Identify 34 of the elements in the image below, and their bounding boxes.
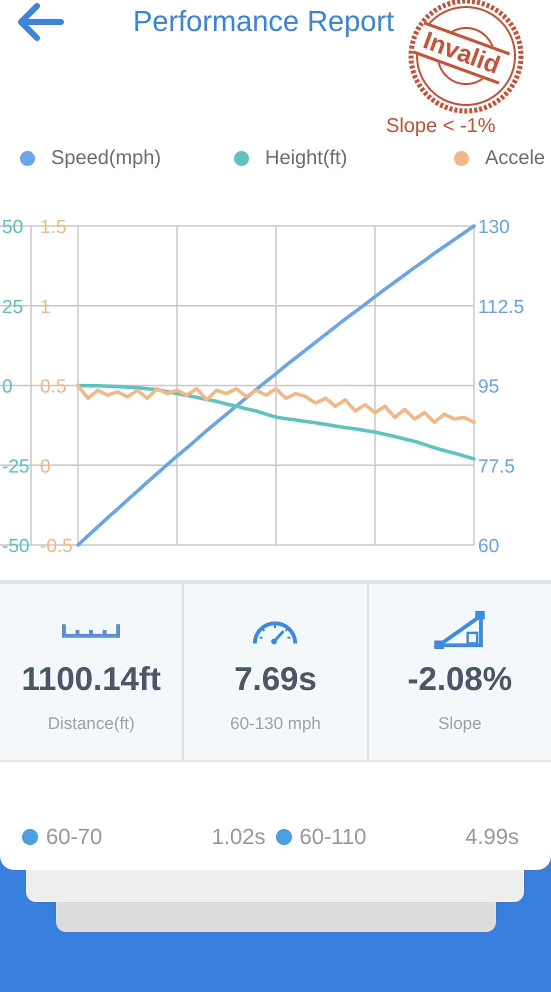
axis-tick-label: -0.5 xyxy=(40,536,73,554)
axis-tick-label: 112.5 xyxy=(478,296,524,318)
axis-tick-label: 1.5 xyxy=(40,217,66,238)
stat-value: 7.69s xyxy=(234,660,317,698)
axis-tick-label: 0 xyxy=(40,456,51,478)
axis-tick-label: 25 xyxy=(2,296,24,318)
legend-label: Height(ft) xyxy=(265,146,348,170)
stat-label: 60-130 mph xyxy=(230,714,321,734)
legend-label: Accele xyxy=(485,146,546,170)
slope-icon xyxy=(432,610,487,650)
split-time: 1.02s xyxy=(212,824,266,850)
axis-tick-label: -25 xyxy=(2,456,30,478)
axis-tick-label: 130 xyxy=(478,217,510,238)
axis-tick-label: 0.5 xyxy=(40,376,66,398)
stat-value: 1100.14ft xyxy=(21,660,161,698)
split-label: 60-70 xyxy=(46,824,104,850)
stat-label: Slope xyxy=(438,714,482,734)
legend-label: Speed(mph) xyxy=(51,146,162,170)
axis-tick-label: 0 xyxy=(2,376,13,398)
axis-tick-label: 1 xyxy=(40,296,51,318)
split-time: 4.99s xyxy=(465,824,519,850)
axis-tick-label: 60 xyxy=(478,536,500,554)
split-label: 60-110 xyxy=(300,824,368,850)
stat-value: -2.08% xyxy=(408,660,512,698)
axis-tick-label: -50 xyxy=(2,536,30,554)
axis-tick-label: 95 xyxy=(478,376,500,398)
stamp-note: Slope < -1% xyxy=(386,115,496,138)
page-title: Performance Report xyxy=(133,6,394,39)
stamp-label: Invalid xyxy=(412,21,510,85)
axis-tick-label: 77.5 xyxy=(478,456,515,478)
stat-label: Distance(ft) xyxy=(48,714,135,734)
axis-tick-label: 50 xyxy=(2,217,24,238)
back-arrow-icon[interactable] xyxy=(15,0,65,44)
stamp-icon xyxy=(406,0,526,116)
